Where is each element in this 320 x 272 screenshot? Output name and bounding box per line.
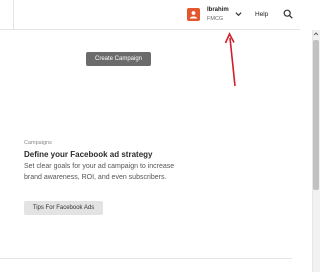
user-icon [189,11,198,19]
side-panel-edge [0,0,14,30]
scrollbar-thumb[interactable] [313,40,319,190]
help-link[interactable]: Help [255,11,268,18]
create-campaign-button[interactable]: Create Campaign [86,52,151,66]
tips-for-facebook-ads-button[interactable]: Tips For Facebook Ads [24,201,103,215]
account-name[interactable]: Ibrahim [207,7,229,14]
annotation-arrow-icon [224,32,236,87]
search-icon[interactable] [283,9,293,19]
account-org[interactable]: FMCG [207,16,223,23]
top-bar: Ibrahim FMCG Help [0,0,300,30]
section-description: Set clear goals for your ad campaign to … [24,163,175,181]
section-title: Define your Facebook ad strategy [24,150,153,159]
section-label: Campaigns [24,140,52,146]
scroll-up-arrow-icon[interactable] [313,31,319,37]
user-avatar[interactable] [187,8,200,21]
chevron-down-icon[interactable] [235,11,242,17]
divider [0,258,292,259]
